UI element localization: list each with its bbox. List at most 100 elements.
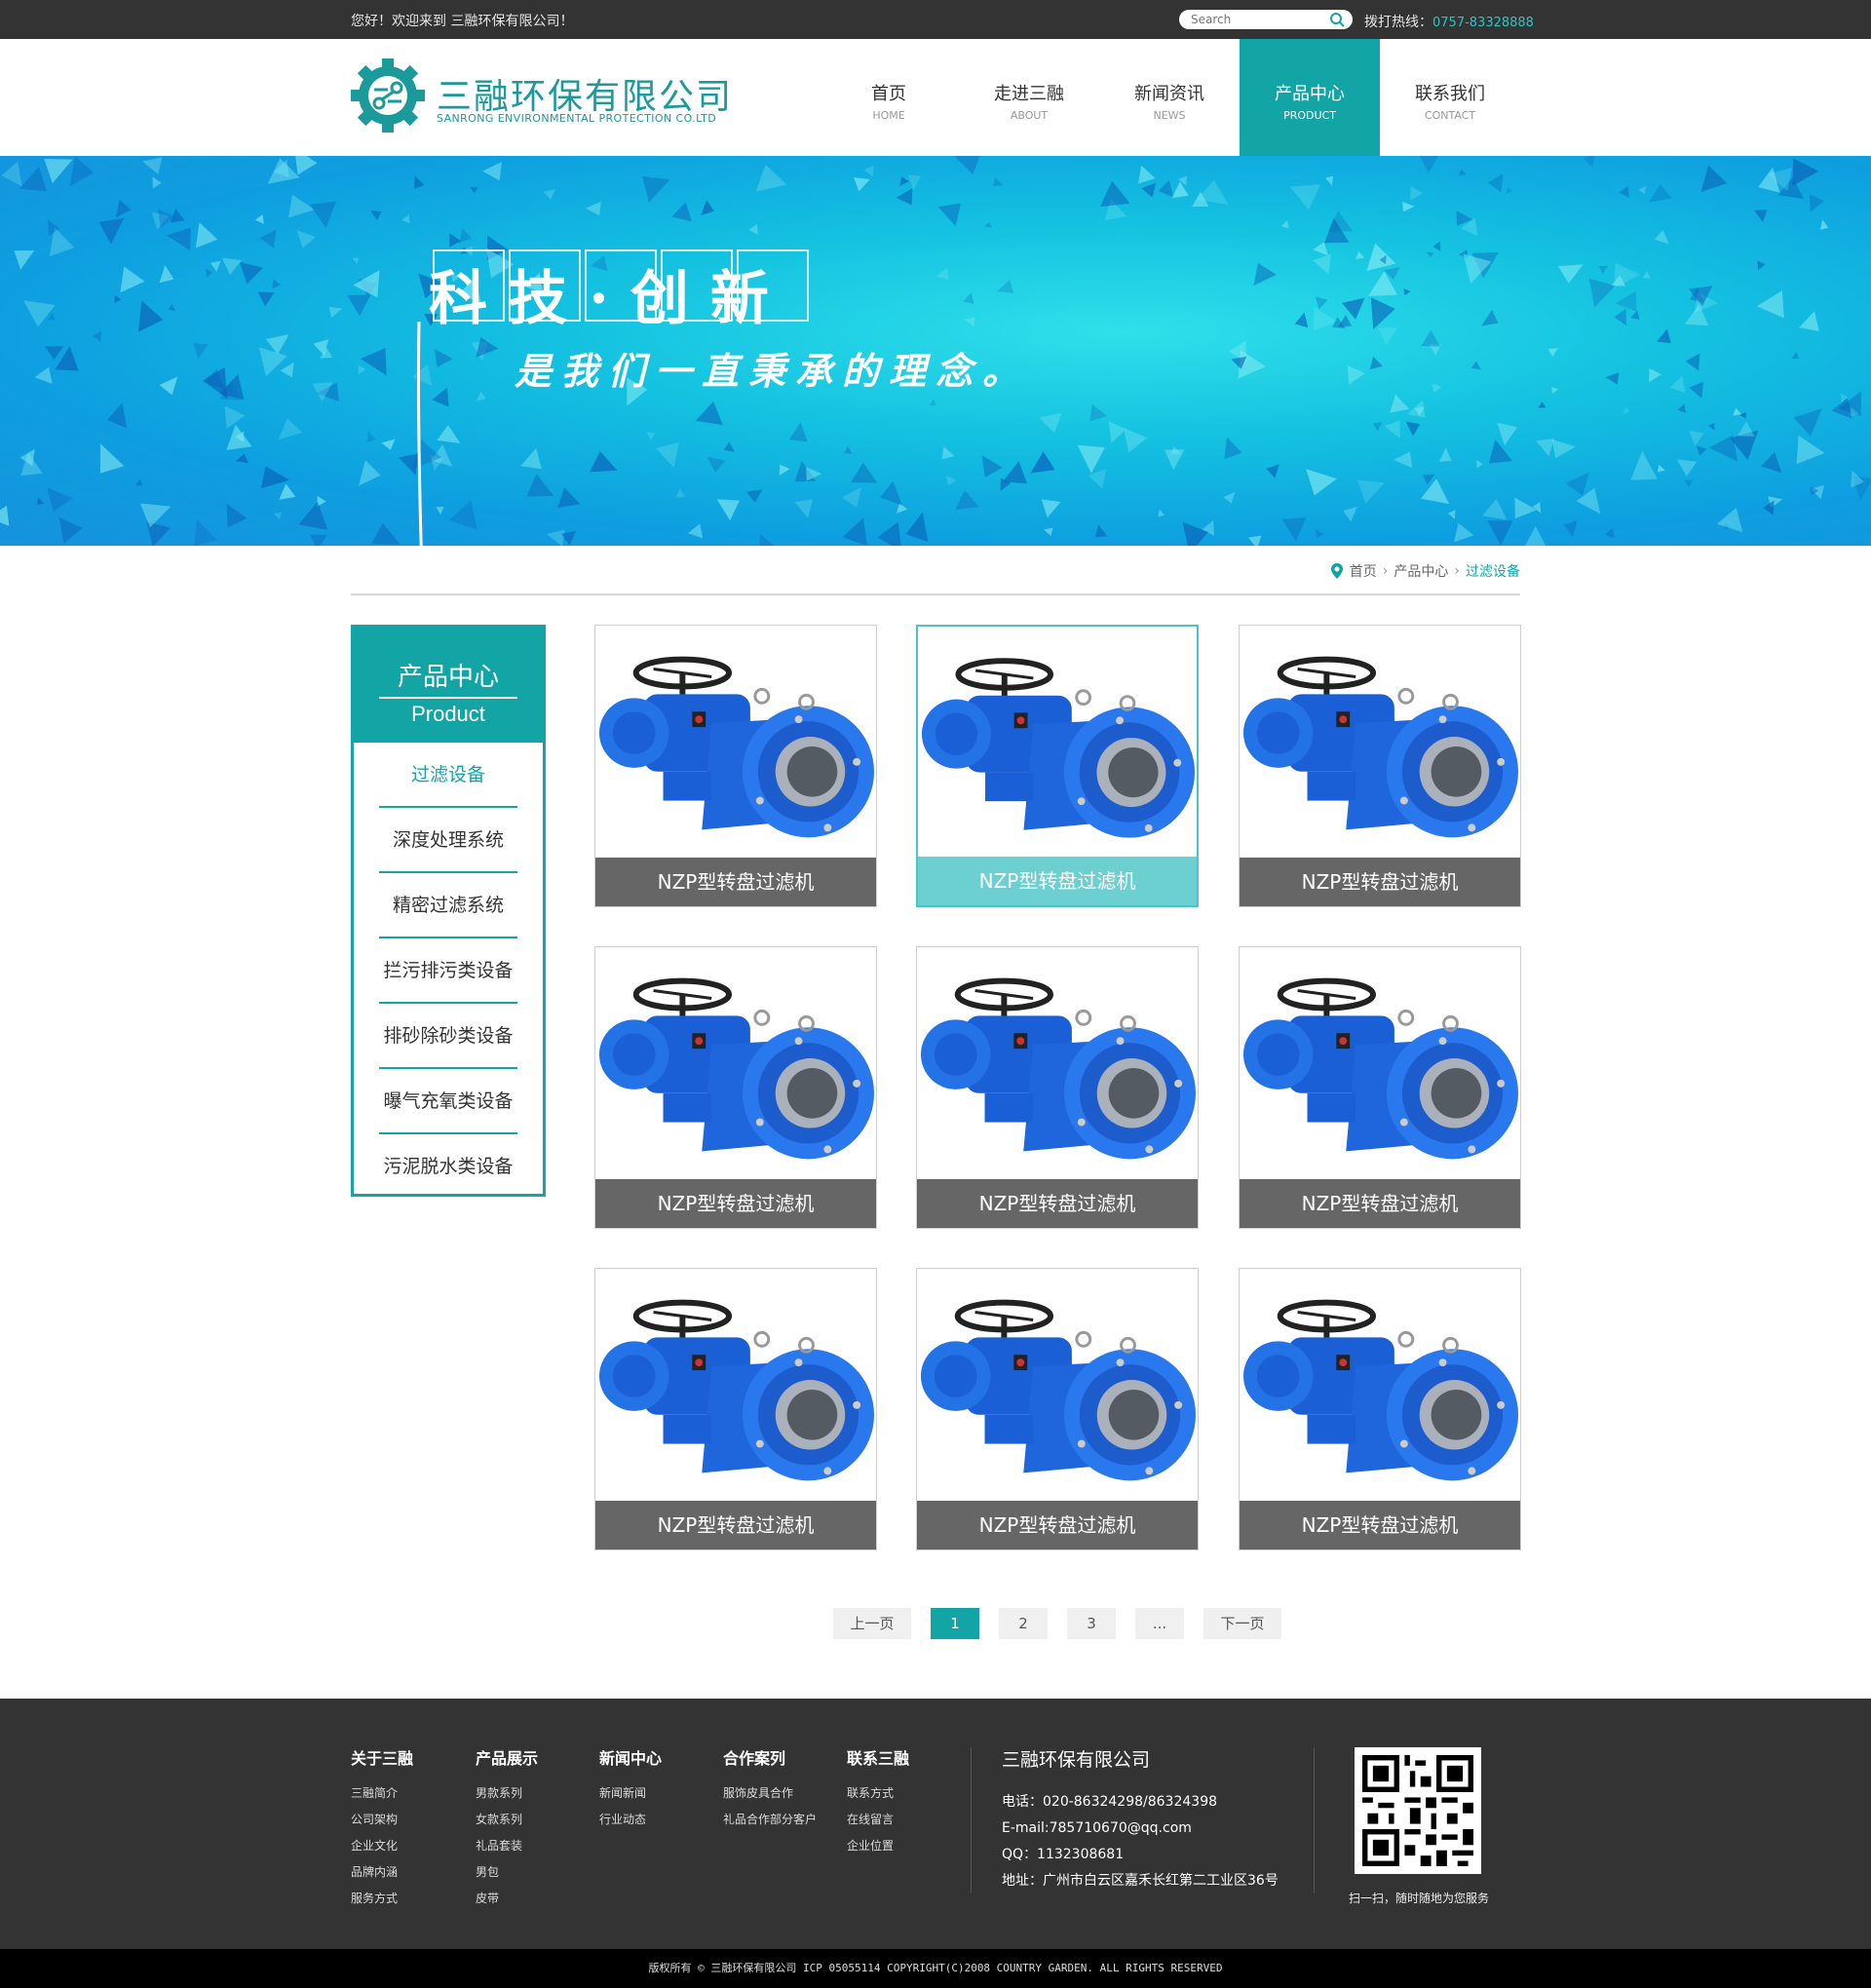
footer-link[interactable]: 服务方式 (351, 1886, 413, 1912)
banner-triangle (1487, 173, 1504, 193)
footer-link[interactable]: 联系方式 (847, 1780, 909, 1807)
breadcrumb-home[interactable]: 首页 (1350, 561, 1377, 581)
search-icon[interactable] (1329, 12, 1345, 27)
banner-triangle (1614, 308, 1627, 326)
footer-link[interactable]: 服饰皮具合作 (723, 1780, 817, 1807)
banner-triangle (1514, 497, 1537, 519)
banner-triangle (1313, 253, 1331, 275)
banner-triangle (543, 189, 555, 200)
search-box[interactable] (1179, 10, 1353, 29)
banner-triangle (1707, 423, 1715, 431)
banner-triangle (1419, 156, 1438, 173)
footer-link[interactable]: 品牌内涵 (351, 1859, 413, 1886)
banner-triangle (1158, 509, 1165, 517)
sidebar-item-sludge-dewatering[interactable]: 污泥脱水类设备 (379, 1134, 517, 1200)
product-card[interactable]: NZP型转盘过滤机 (916, 1268, 1199, 1550)
sidebar-item-precision-filter[interactable]: 精密过滤系统 (379, 873, 517, 938)
product-card[interactable]: NZP型转盘过滤机 (1239, 625, 1521, 907)
nav-sublabel: ABOUT (1010, 109, 1049, 122)
company-logo[interactable] (349, 57, 427, 134)
banner-triangle (370, 210, 382, 221)
banner-triangle (1, 161, 22, 187)
product-card[interactable]: NZP型转盘过滤机 (594, 946, 877, 1229)
product-name: NZP型转盘过滤机 (917, 1179, 1198, 1228)
banner-triangle (44, 159, 73, 184)
banner-triangle (1077, 444, 1105, 474)
banner-triangle (1525, 525, 1546, 546)
banner-triangle (1565, 472, 1589, 496)
product-name: NZP型转盘过滤机 (595, 1501, 876, 1549)
page-2-button[interactable]: 2 (999, 1608, 1048, 1639)
banner-triangle (1315, 296, 1328, 310)
footer-link[interactable]: 企业文化 (351, 1833, 413, 1859)
nav-home[interactable]: 首页 HOME (819, 39, 959, 156)
banner-triangle (1347, 364, 1365, 385)
nav-product[interactable]: 产品中心 PRODUCT (1240, 39, 1380, 156)
product-image (918, 627, 1197, 860)
pagination: 上一页 1 2 3 ... 下一页 (833, 1608, 1281, 1639)
product-card[interactable]: NZP型转盘过滤机 (594, 625, 877, 907)
banner-triangle (92, 330, 102, 342)
banner-triangle (992, 177, 1004, 187)
sidebar-item-grit-removal[interactable]: 排砂除砂类设备 (379, 1004, 517, 1069)
banner-triangle (347, 294, 371, 317)
page-3-button[interactable]: 3 (1067, 1608, 1116, 1639)
footer-link[interactable]: 礼品合作部分客户 (723, 1807, 817, 1833)
footer-link[interactable]: 三融简介 (351, 1780, 413, 1807)
banner-triangle (195, 222, 218, 248)
footer-link[interactable]: 皮带 (476, 1886, 538, 1912)
footer-link[interactable]: 公司架构 (351, 1807, 413, 1833)
banner-triangle (0, 505, 10, 526)
footer-link[interactable]: 女款系列 (476, 1807, 538, 1833)
sidebar-item-aeration[interactable]: 曝气充氧类设备 (379, 1069, 517, 1134)
banner-triangle (1124, 428, 1148, 453)
banner-triangle (1669, 375, 1686, 393)
banner-triangle (1619, 185, 1629, 198)
footer-link[interactable]: 男款系列 (476, 1780, 538, 1807)
footer-email[interactable]: E-mail:785710670@qq.com (1002, 1816, 1279, 1842)
banner-triangle (1689, 381, 1704, 399)
banner-triangle (1039, 412, 1062, 434)
banner-triangle (287, 194, 315, 218)
footer-link[interactable]: 行业动态 (599, 1807, 662, 1833)
footer-link[interactable]: 新闻新闻 (599, 1780, 662, 1807)
footer-link[interactable]: 在线留言 (847, 1807, 909, 1833)
nav-about[interactable]: 走进三融 ABOUT (959, 39, 1099, 156)
footer-column-title: 合作案列 (723, 1749, 786, 1768)
sidebar-item-filter-equipment[interactable]: 过滤设备 (379, 743, 517, 808)
product-card[interactable]: NZP型转盘过滤机 (1239, 946, 1521, 1229)
prev-page-button[interactable]: 上一页 (833, 1608, 911, 1639)
hotline: 拨打热线：0757-83328888 (1364, 12, 1534, 31)
page-ellipsis: ... (1135, 1608, 1184, 1639)
sidebar-item-trash-rack[interactable]: 拦污排污类设备 (379, 938, 517, 1004)
footer-link[interactable]: 礼品套装 (476, 1833, 538, 1859)
product-image (1240, 947, 1520, 1181)
banner-triangle (205, 268, 212, 278)
banner-triangle (1696, 445, 1707, 456)
banner-triangle (1421, 329, 1440, 347)
product-card[interactable]: NZP型转盘过滤机 (594, 1268, 877, 1550)
sidebar-item-deep-treatment[interactable]: 深度处理系统 (379, 808, 517, 873)
nav-contact[interactable]: 联系我们 CONTACT (1380, 39, 1520, 156)
product-card[interactable]: NZP型转盘过滤机 (916, 946, 1199, 1229)
nav-news[interactable]: 新闻资讯 NEWS (1099, 39, 1240, 156)
footer-link[interactable]: 企业位置 (847, 1833, 909, 1859)
footer-column-title: 新闻中心 (599, 1749, 663, 1768)
page-1-button[interactable]: 1 (931, 1608, 979, 1639)
banner-triangle (1677, 403, 1686, 413)
search-input[interactable] (1191, 12, 1327, 27)
banner-triangle (963, 292, 974, 304)
banner-triangle (1438, 447, 1452, 462)
footer-link[interactable]: 男包 (476, 1859, 538, 1886)
banner-triangle (107, 402, 128, 429)
banner-triangle (69, 156, 95, 187)
banner-triangle (166, 227, 191, 250)
product-card[interactable]: NZP型转盘过滤机 (1239, 1268, 1521, 1550)
banner-triangle (1394, 451, 1413, 469)
product-card[interactable]: NZP型转盘过滤机 (916, 625, 1199, 907)
banner-triangle (1470, 361, 1481, 370)
product-name: NZP型转盘过滤机 (1240, 858, 1520, 906)
banner-triangle (642, 176, 670, 203)
breadcrumb-section[interactable]: 产品中心 (1394, 561, 1448, 581)
next-page-button[interactable]: 下一页 (1203, 1608, 1281, 1639)
